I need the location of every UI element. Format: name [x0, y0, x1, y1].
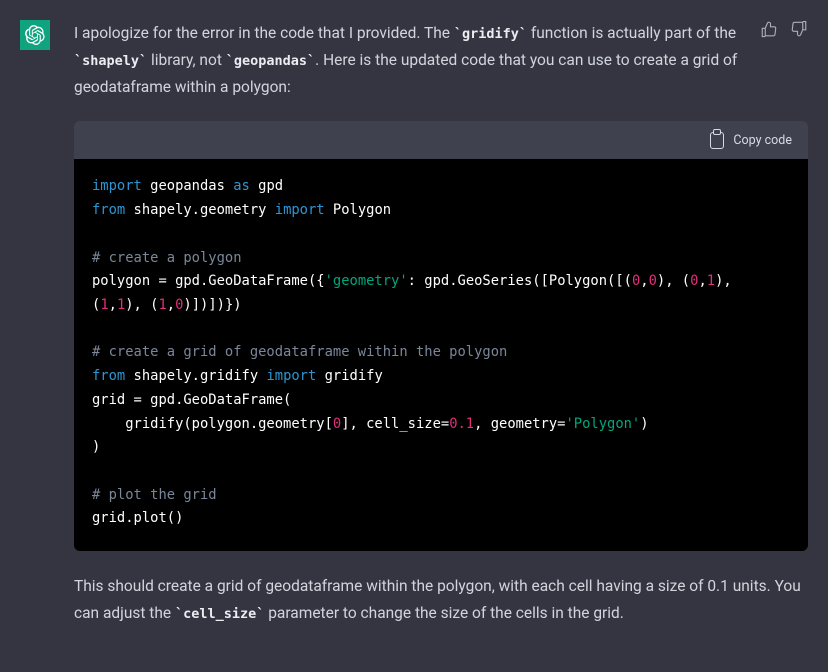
thumbs-down-button[interactable]: [790, 20, 808, 38]
text: function is actually part of the: [527, 24, 736, 42]
inline-code-gridify: `gridify`: [454, 26, 527, 42]
text: library, not: [147, 51, 226, 69]
inline-code-cellsize: `cell_size`: [175, 606, 264, 622]
copy-code-button[interactable]: Copy code: [733, 133, 792, 148]
code-block: Copy code import geopandas as gpdfrom sh…: [74, 121, 808, 551]
openai-logo-icon: [25, 25, 45, 45]
code-header: Copy code: [74, 121, 808, 159]
thumbs-up-button[interactable]: [760, 20, 778, 38]
thumbs-up-icon: [760, 20, 778, 38]
thumbs-down-icon: [790, 20, 808, 38]
inline-code-geopandas: `geopandas`: [226, 53, 315, 69]
text: parameter to change the size of the cell…: [264, 604, 624, 622]
feedback-buttons: [760, 20, 808, 38]
outro-paragraph: This should create a grid of geodatafram…: [74, 573, 808, 627]
code-body: import geopandas as gpdfrom shapely.geom…: [74, 159, 808, 551]
clipboard-icon: [710, 132, 724, 149]
assistant-message: I apologize for the error in the code th…: [0, 0, 828, 647]
assistant-avatar: [20, 20, 50, 50]
text: I apologize for the error in the code th…: [74, 24, 454, 42]
message-content: I apologize for the error in the code th…: [74, 20, 808, 627]
intro-paragraph: I apologize for the error in the code th…: [74, 20, 808, 101]
inline-code-shapely: `shapely`: [74, 53, 147, 69]
